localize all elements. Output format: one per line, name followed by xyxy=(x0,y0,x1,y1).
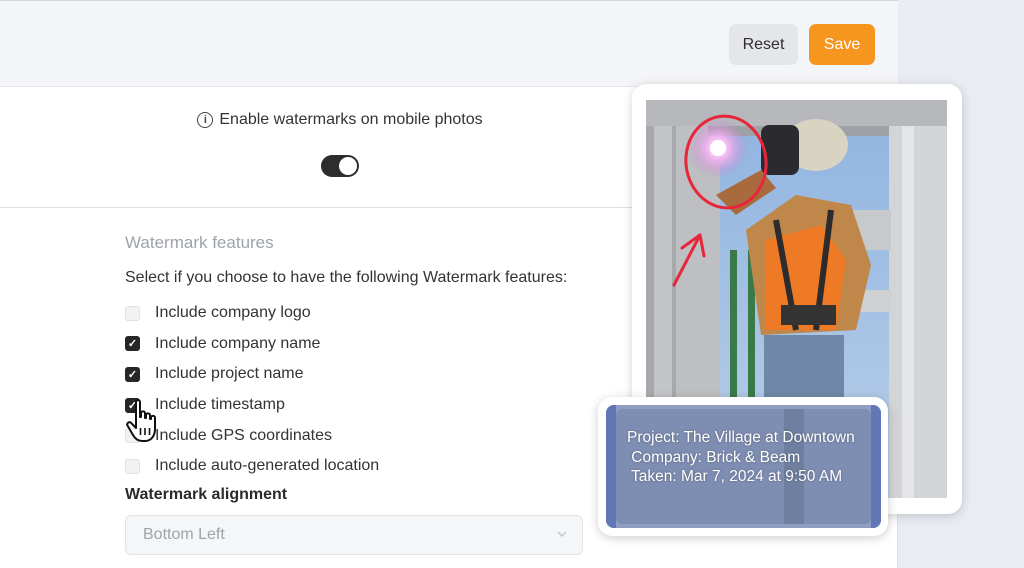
watermark-line-taken: Taken: Mar 7, 2024 at 9:50 AM xyxy=(627,468,843,485)
option-timestamp[interactable]: ✓ Include timestamp xyxy=(125,390,595,421)
section-divider xyxy=(0,207,640,208)
watermark-text: Project: The Village at Downtown Company… xyxy=(627,428,855,487)
option-label: Include GPS coordinates xyxy=(155,426,332,444)
chevron-down-icon xyxy=(557,531,567,538)
option-label: Include company logo xyxy=(155,304,311,322)
option-label: Include auto-generated location xyxy=(155,457,380,475)
checkbox-company-logo[interactable] xyxy=(125,305,140,321)
option-auto-location[interactable]: Include auto-generated location xyxy=(125,451,595,482)
checkbox-auto-location[interactable] xyxy=(125,458,140,474)
enable-watermarks-label: Enable watermarks on mobile photos xyxy=(219,111,483,128)
section-title: Watermark features xyxy=(125,233,274,252)
watermark-line-project: Project: The Village at Downtown xyxy=(627,429,855,446)
alignment-label: Watermark alignment xyxy=(125,485,288,503)
reset-button[interactable]: Reset xyxy=(729,24,798,65)
watermark-features-section: Watermark features Select if you choose … xyxy=(125,233,595,504)
alignment-select[interactable]: Bottom Left xyxy=(125,515,583,555)
enable-watermarks-row: i Enable watermarks on mobile photos xyxy=(0,111,680,129)
hand-pointer-icon xyxy=(126,399,156,442)
alignment-selected-value: Bottom Left xyxy=(143,526,225,543)
option-label: Include project name xyxy=(155,365,304,383)
option-project-name[interactable]: ✓ Include project name xyxy=(125,359,595,390)
option-company-name[interactable]: ✓ Include company name xyxy=(125,329,595,360)
checkbox-project-name[interactable]: ✓ xyxy=(125,366,140,382)
top-bar: Reset Save xyxy=(0,1,898,87)
option-company-logo[interactable]: Include company logo xyxy=(125,298,595,329)
info-icon[interactable]: i xyxy=(197,112,214,128)
save-button[interactable]: Save xyxy=(809,24,875,65)
option-label: Include company name xyxy=(155,334,321,352)
watermark-line-company: Company: Brick & Beam xyxy=(627,448,801,466)
toggle-knob xyxy=(339,157,357,175)
checkbox-company-name[interactable]: ✓ xyxy=(125,336,140,352)
option-label: Include timestamp xyxy=(155,396,285,414)
option-gps-coordinates[interactable]: Include GPS coordinates xyxy=(125,420,595,451)
enable-watermarks-toggle[interactable] xyxy=(321,155,359,177)
section-description: Select if you choose to have the followi… xyxy=(125,269,568,286)
